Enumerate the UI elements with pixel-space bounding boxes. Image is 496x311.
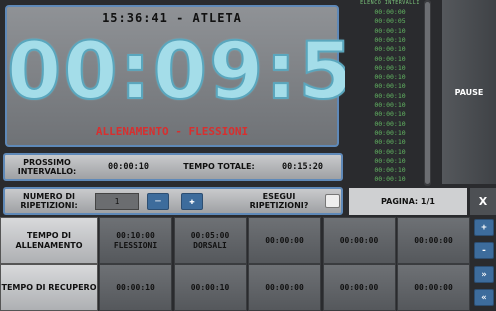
interval-list-item[interactable]: 00:00:10 <box>345 138 435 147</box>
close-button[interactable]: X <box>470 188 496 215</box>
minus-icon: ─ <box>155 196 161 207</box>
recovery-time-cell[interactable]: 00:00:00 <box>322 264 396 311</box>
previous-page-button[interactable]: « <box>474 289 494 306</box>
remove-interval-button[interactable]: - <box>474 242 494 259</box>
interval-list-item[interactable]: 00:00:10 <box>345 55 435 64</box>
interval-list-item[interactable]: 00:00:00 <box>345 8 435 17</box>
cell-time: 00:00:00 <box>414 282 453 292</box>
interval-list-item[interactable]: 00:00:05 <box>345 17 435 26</box>
recovery-time-cell[interactable]: 00:00:00 <box>248 264 321 311</box>
next-interval-label: PROSSIMO INTERVALLO: <box>17 158 77 176</box>
training-time-cell[interactable]: 00:00:00 <box>397 217 470 264</box>
training-time-cell[interactable]: 00:00:00 <box>248 217 321 264</box>
add-interval-button[interactable]: + <box>474 219 494 236</box>
interval-list-item[interactable]: 00:00:10 <box>345 36 435 45</box>
cell-time: 00:00:00 <box>414 235 453 245</box>
total-time-value: 00:15:20 <box>282 162 323 172</box>
execute-repetitions-label: ESEGUI RIPETIZIONI? <box>249 192 309 210</box>
interval-list-item[interactable]: 00:00:10 <box>345 120 435 129</box>
page-indicator: PAGINA: 1/1 <box>349 188 467 215</box>
interval-list-item[interactable]: 00:00:10 <box>345 101 435 110</box>
scrollbar-thumb[interactable] <box>425 2 430 184</box>
interval-list-item[interactable]: 00:00:10 <box>345 82 435 91</box>
training-time-cell[interactable]: 00:10:00 FLESSIONI <box>99 217 172 264</box>
interval-list-item[interactable]: 00:00:10 <box>345 45 435 54</box>
pause-button[interactable]: PAUSE <box>442 0 496 184</box>
recovery-time-cell[interactable]: 00:00:10 <box>99 264 172 311</box>
cell-time: 00:00:10 <box>116 282 155 292</box>
cell-time: 00:10:00 <box>116 230 155 240</box>
cell-time: 00:00:00 <box>265 235 304 245</box>
repetitions-bar: NUMERO DI RIPETIZIONI: 1 ─ ✚ ESEGUI RIPE… <box>3 187 343 215</box>
interval-info-bar: PROSSIMO INTERVALLO: 00:00:10 TEMPO TOTA… <box>3 153 343 181</box>
interval-list[interactable]: ELENCO INTERVALLI 00:00:00 00:00:05 00:00:… <box>345 0 435 186</box>
cell-time: 00:00:00 <box>265 282 304 292</box>
interval-list-item[interactable]: 00:00:10 <box>345 166 435 175</box>
total-time-label: TEMPO TOTALE: <box>183 162 255 171</box>
interval-list-item[interactable]: 00:00:10 <box>345 110 435 119</box>
training-time-cell[interactable]: 00:00:00 <box>322 217 396 264</box>
interval-list-item[interactable]: 00:00:10 <box>345 157 435 166</box>
cell-time: 00:00:10 <box>190 282 230 292</box>
interval-list-header: ELENCO INTERVALLI <box>360 0 420 6</box>
cell-time: 00:00:00 <box>339 235 379 245</box>
cell-exercise-name: FLESSIONI <box>113 240 158 250</box>
main-timer-display: 15:36:41 - ATLETA 00:09:55 ALLENAMENTO -… <box>5 5 412 147</box>
training-time-cell[interactable]: 00:05:00 DORSALI <box>173 217 247 264</box>
repetitions-field[interactable]: 1 <box>95 193 139 210</box>
current-exercise-label: ALLENAMENTO - FLESSIONI <box>95 125 249 138</box>
plus-icon: ✚ <box>189 196 195 207</box>
countdown-timer: 00:09:55 <box>6 27 412 117</box>
cell-exercise-name: DORSALI <box>193 240 227 250</box>
recovery-time-cell[interactable]: 00:00:00 <box>397 264 470 311</box>
next-interval-value: 00:00:10 <box>108 162 149 172</box>
interval-list-item[interactable]: 00:00:10 <box>345 175 435 184</box>
interval-list-item[interactable]: 00:00:10 <box>345 27 435 36</box>
clock-athlete-title: 15:36:41 - ATLETA <box>102 11 242 25</box>
increase-repetitions-button[interactable]: ✚ <box>181 193 203 210</box>
interval-list-item[interactable]: 00:00:10 <box>345 64 435 73</box>
decrease-repetitions-button[interactable]: ─ <box>147 193 169 210</box>
next-page-button[interactable]: » <box>474 266 494 283</box>
recovery-time-row-header: TEMPO DI RECUPERO <box>0 264 98 311</box>
interval-list-item[interactable]: 00:00:10 <box>345 148 435 157</box>
cell-time: 00:05:00 <box>190 230 230 240</box>
recovery-time-cell[interactable]: 00:00:10 <box>173 264 247 311</box>
repetitions-label: NUMERO DI RIPETIZIONI: <box>20 192 78 210</box>
interval-list-item[interactable]: 00:00:10 <box>345 73 435 82</box>
cell-time: 00:00:00 <box>339 282 379 292</box>
training-time-row-header: TEMPO DI ALLENAMENTO <box>0 217 98 264</box>
interval-list-item[interactable]: 00:00:10 <box>345 92 435 101</box>
interval-list-item[interactable]: 00:00:10 <box>345 129 435 138</box>
execute-repetitions-checkbox[interactable] <box>325 194 340 208</box>
